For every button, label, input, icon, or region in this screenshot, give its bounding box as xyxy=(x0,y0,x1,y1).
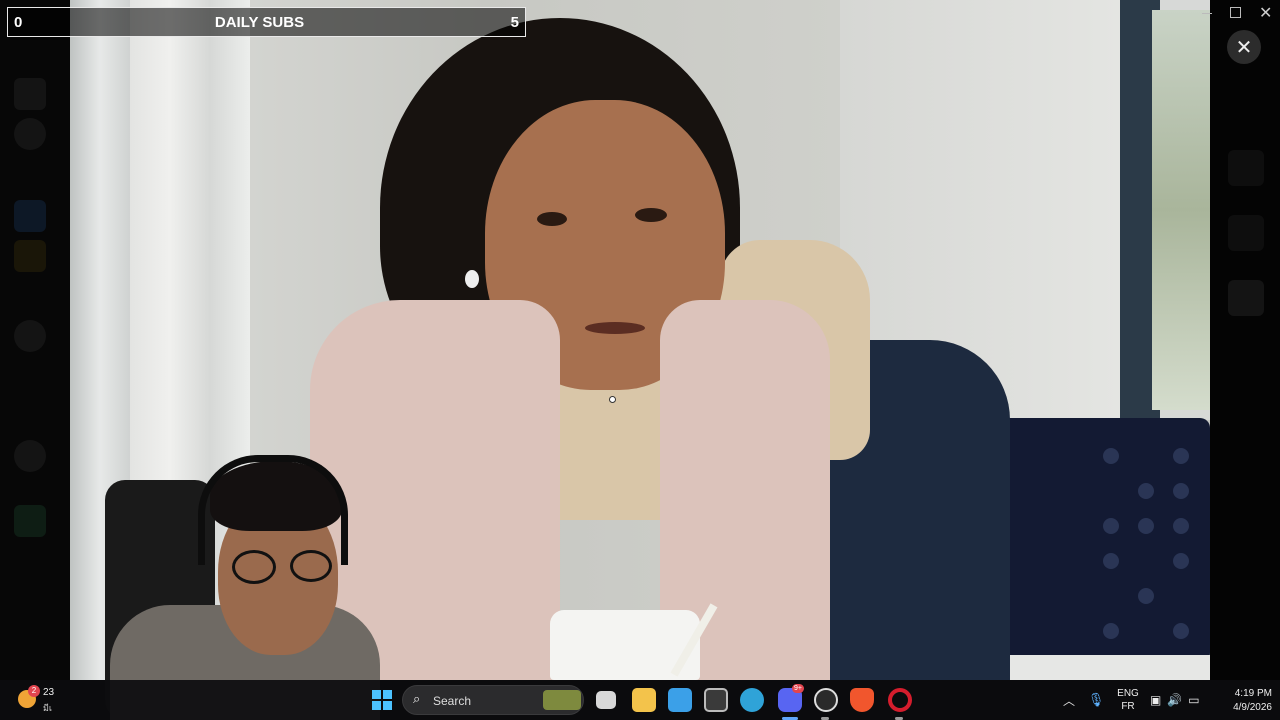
person-eye xyxy=(635,208,667,222)
system-tray-icons[interactable]: ▣ 🔊 ▭ xyxy=(1150,691,1214,709)
windows-logo-pane xyxy=(383,690,392,699)
weather-badge: 2 xyxy=(28,685,40,697)
unity-icon[interactable] xyxy=(704,688,728,712)
player-close-button[interactable]: ✕ xyxy=(1227,30,1261,64)
seat-pattern-dot xyxy=(1138,588,1154,604)
seat-pattern-dot xyxy=(1173,483,1189,499)
taskbar: 2 23 มีเ ⌕ Search 9+ ︿ 🎙 ENG FR ▣ 🔊 ▭ 4:… xyxy=(0,680,1280,720)
subscriber-goal-bar: 0 DAILY SUBS 5 xyxy=(7,7,526,37)
seat-pattern-dot xyxy=(1138,518,1154,534)
brave-icon[interactable] xyxy=(850,688,874,712)
discord-badge: 9+ xyxy=(792,684,804,693)
person-mouth xyxy=(585,322,645,334)
minimize-icon[interactable] xyxy=(1199,5,1215,21)
taskbar-clock[interactable]: 4:19 PM 4/9/2026 xyxy=(1220,687,1272,715)
start-button[interactable] xyxy=(372,690,392,710)
close-icon[interactable]: ✕ xyxy=(1259,3,1272,22)
windows-logo-pane xyxy=(383,701,392,710)
clock-date: 4/9/2026 xyxy=(1233,702,1272,713)
search-highlight-icon xyxy=(543,690,581,710)
file-explorer-icon[interactable] xyxy=(632,688,656,712)
seat-pattern-dot xyxy=(1173,448,1189,464)
subscriber-goal-title-wrap: DAILY SUBS xyxy=(8,14,527,31)
task-view-icon[interactable] xyxy=(596,691,616,709)
background-app-panel xyxy=(1210,0,1280,680)
seat-pattern-dot xyxy=(1173,623,1189,639)
weather-condition: มีเ xyxy=(43,703,53,713)
cursor-dot-icon xyxy=(609,396,616,403)
microsoft-store-icon[interactable] xyxy=(668,688,692,712)
search-label: Search xyxy=(433,694,472,708)
network-icon[interactable]: ▣ xyxy=(1150,693,1161,707)
seat-pattern-dot xyxy=(1173,518,1189,534)
taskbar-search-box[interactable]: ⌕ Search xyxy=(402,685,584,715)
maximize-icon[interactable] xyxy=(1230,7,1241,18)
headset-icon xyxy=(198,455,348,565)
seat-pattern-dot xyxy=(1103,553,1119,569)
subscriber-goal-title: DAILY SUBS xyxy=(214,14,305,31)
microphone-icon[interactable]: 🎙 xyxy=(1088,680,1105,720)
seat-base xyxy=(985,655,1210,680)
earbud xyxy=(465,270,479,288)
desktop-screen: 0 DAILY SUBS 5 ✕ ✕ 2 23 มีเ ⌕ Search 9+ … xyxy=(0,0,1280,720)
seat-pattern-dot xyxy=(1103,448,1119,464)
sidebar-avatar-icon xyxy=(14,320,46,352)
train-window xyxy=(1152,10,1210,410)
sidebar-app-icon xyxy=(14,505,46,537)
obs-icon[interactable] xyxy=(814,688,838,712)
seat-pattern-dot xyxy=(1138,483,1154,499)
panel-ghost-icon xyxy=(1228,215,1264,251)
subscriber-target-count: 5 xyxy=(510,14,519,31)
glasses-lens xyxy=(232,550,276,584)
glasses-lens xyxy=(290,550,332,582)
sidebar-app-icon xyxy=(14,240,46,272)
windows-logo-pane xyxy=(372,690,381,699)
tray-overflow-chevron-icon[interactable]: ︿ xyxy=(1061,680,1077,720)
battery-icon[interactable]: ▭ xyxy=(1188,693,1199,707)
language-secondary: FR xyxy=(1121,701,1135,712)
language-indicator[interactable]: ENG FR xyxy=(1116,687,1140,713)
panel-ghost-icon xyxy=(1228,150,1264,186)
sidebar-app-icon xyxy=(14,200,46,232)
sidebar-app-icon xyxy=(14,78,46,110)
search-icon: ⌕ xyxy=(413,692,421,707)
windows-logo-pane xyxy=(372,701,381,710)
seat-pattern-dot xyxy=(1103,623,1119,639)
language-primary: ENG xyxy=(1117,688,1139,699)
panel-ghost-icon xyxy=(1228,280,1264,316)
discord-icon[interactable]: 9+ xyxy=(778,684,804,712)
seat-pattern-dot xyxy=(1173,553,1189,569)
sidebar-avatar-icon xyxy=(14,118,46,150)
person-eye xyxy=(537,212,567,226)
seat-pattern-dot xyxy=(1103,518,1119,534)
edge-icon[interactable] xyxy=(740,688,764,712)
opera-icon[interactable] xyxy=(888,688,912,712)
sidebar-avatar-icon xyxy=(14,440,46,472)
volume-icon[interactable]: 🔊 xyxy=(1167,693,1182,707)
weather-temperature: 23 xyxy=(43,687,55,698)
clock-time: 4:19 PM xyxy=(1234,688,1272,699)
